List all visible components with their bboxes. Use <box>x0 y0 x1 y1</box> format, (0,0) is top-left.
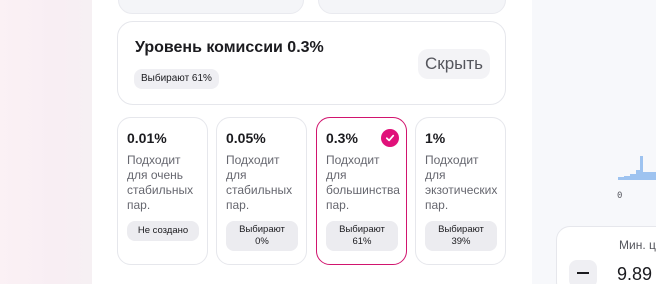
minus-icon <box>577 272 589 274</box>
fee-tier-popularity-badge: Выбирают 61% <box>326 221 398 251</box>
liquidity-histogram <box>618 156 656 180</box>
top-card-left <box>118 0 304 14</box>
fee-tier-option-1[interactable]: 1% Подходит для экзотических пар. Выбира… <box>415 117 506 265</box>
fee-tier-popularity-badge: Выбирают 0% <box>226 221 298 251</box>
fee-tier-popularity-badge: Выбирают 61% <box>134 69 219 89</box>
fee-tier-percent: 1% <box>425 130 446 146</box>
fee-tier-summary-card: Уровень комиссии 0.3% Выбирают 61% Скрыт… <box>117 21 506 105</box>
histogram-bar <box>618 177 624 180</box>
left-background <box>0 0 92 284</box>
fee-tier-status-badge: Не создано <box>127 221 199 241</box>
fee-tier-description: Подходит для очень стабильных пар. <box>127 153 194 212</box>
chart-axis-tick: 0 <box>617 191 623 201</box>
fee-tier-description: Подходит для большинства пар. <box>326 153 400 212</box>
fee-tier-percent: 0.01% <box>127 130 167 146</box>
fee-tier-description: Подходит для экзотических пар. <box>425 153 498 212</box>
histogram-bar <box>630 174 636 180</box>
histogram-bar <box>636 170 640 180</box>
top-card-right <box>318 0 506 14</box>
hide-fee-options-button[interactable]: Скрыть <box>418 49 490 79</box>
fee-tier-option-0-3[interactable]: 0.3% Подходит для большинства пар. Выбир… <box>316 117 407 265</box>
badge-label: Выбирают <box>239 224 285 235</box>
histogram-bar <box>640 156 643 180</box>
fee-tier-popularity-badge: Выбирают 39% <box>425 221 497 251</box>
badge-value: 61% <box>352 236 372 247</box>
histogram-bar <box>624 176 630 180</box>
fee-tier-option-0-05[interactable]: 0.05% Подходит для стабильных пар. Выбир… <box>216 117 307 265</box>
fee-tier-percent: 0.05% <box>226 130 266 146</box>
decrement-min-price-button[interactable] <box>569 260 597 284</box>
fee-tier-percent: 0.3% <box>326 130 358 146</box>
badge-value: 39% <box>451 236 471 247</box>
min-price-value[interactable]: 9.89 <box>617 264 652 284</box>
histogram-bar <box>643 172 656 180</box>
min-price-label: Мин. ц <box>619 238 656 252</box>
badge-label: Выбирают <box>339 224 385 235</box>
check-icon <box>381 129 399 147</box>
badge-value: 0% <box>255 236 269 247</box>
fee-tier-title: Уровень комиссии 0.3% <box>135 39 324 56</box>
fee-tier-option-0-01[interactable]: 0.01% Подходит для очень стабильных пар.… <box>117 117 208 265</box>
badge-label: Выбирают <box>438 224 484 235</box>
fee-tier-description: Подходит для стабильных пар. <box>226 153 293 212</box>
